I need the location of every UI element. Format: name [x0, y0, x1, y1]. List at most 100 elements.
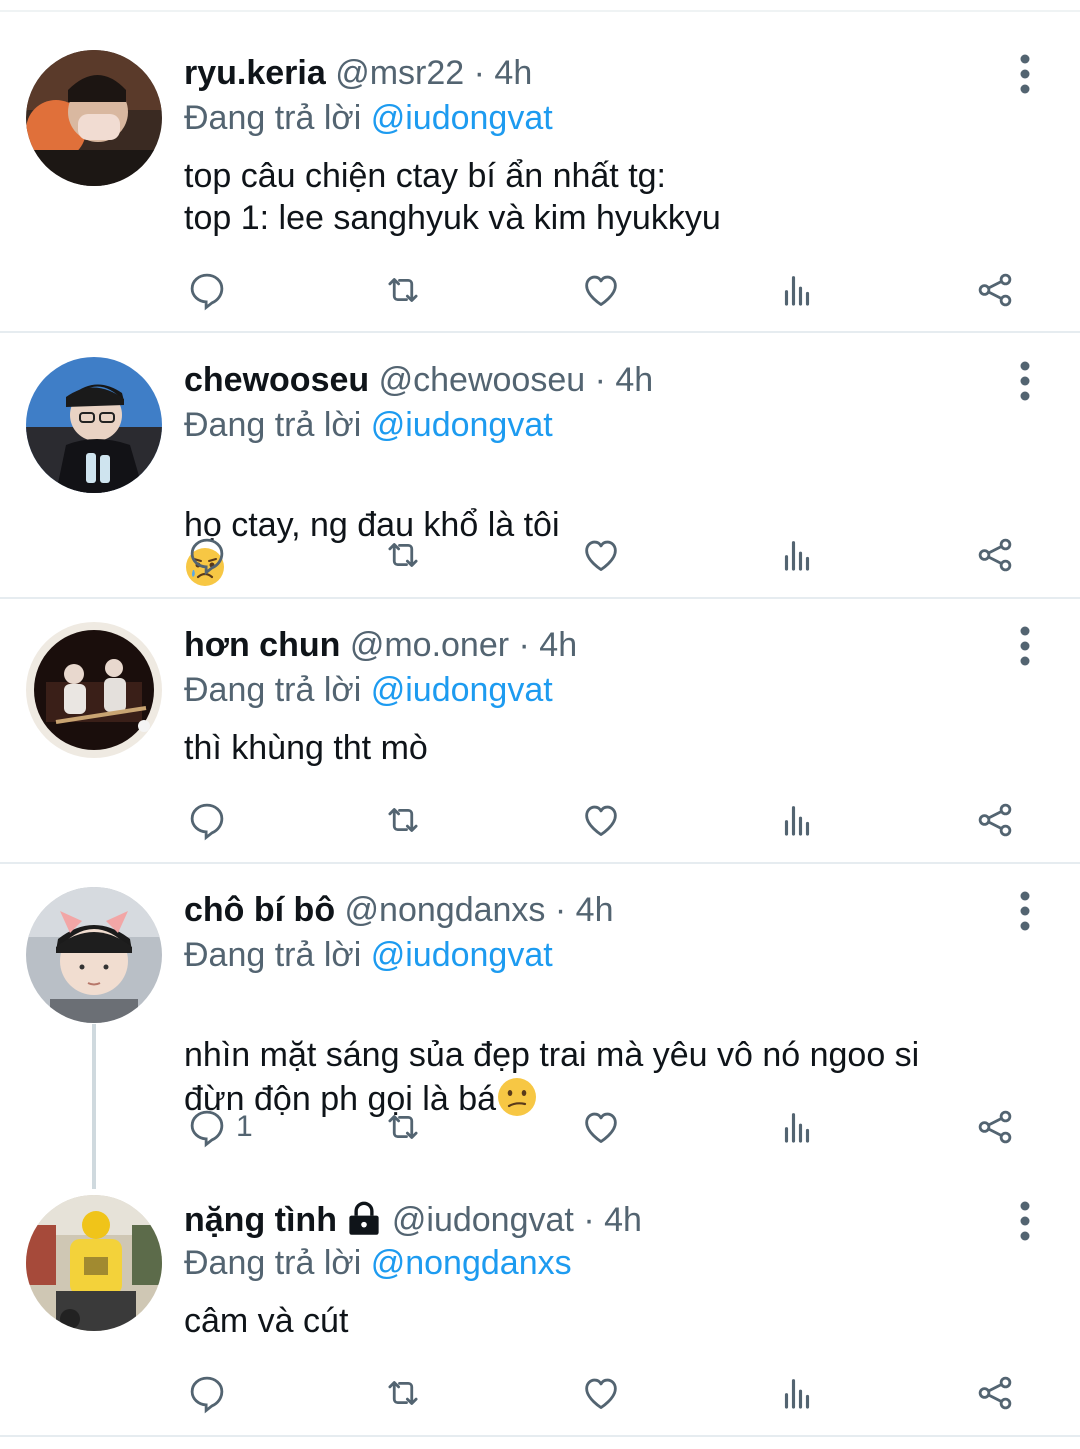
replying-prefix: Đang trả lời — [184, 406, 362, 444]
heart-icon — [585, 540, 617, 571]
share-button[interactable] — [974, 1369, 1016, 1417]
handle[interactable]: @nongdanxs — [345, 891, 546, 929]
reply-button[interactable] — [186, 1369, 236, 1417]
action-bar: 1 — [184, 1103, 1044, 1151]
reply-icon — [190, 1110, 224, 1148]
retweet-button[interactable] — [382, 1103, 424, 1151]
avatar[interactable] — [26, 1195, 162, 1331]
analytics-icon — [784, 276, 810, 306]
avatar[interactable] — [26, 50, 162, 186]
reply-button[interactable] — [186, 531, 236, 579]
tweet-text: câm và cút — [184, 1302, 349, 1340]
share-button[interactable] — [974, 266, 1016, 314]
retweet-icon — [388, 278, 418, 302]
tweet-card[interactable]: ryu.keria @msr22 · 4h Đang trả lời @iudo… — [0, 0, 1080, 333]
display-name[interactable]: chô bí bô — [184, 891, 335, 929]
more-vertical-icon[interactable] — [1008, 54, 1042, 94]
timestamp[interactable]: · 4h — [474, 54, 533, 92]
replying-mention[interactable]: @iudongvat — [371, 406, 553, 444]
tweet-text: thì khùng tht mò — [184, 729, 428, 767]
reply-icon — [190, 273, 224, 311]
replying-mention[interactable]: @iudongvat — [371, 671, 553, 709]
avatar[interactable] — [26, 887, 162, 1023]
reply-icon — [190, 538, 224, 576]
replying-to: Đang trả lời @iudongvat — [184, 669, 553, 711]
more-vertical-icon[interactable] — [1008, 626, 1042, 666]
reply-button[interactable]: 1 — [186, 1103, 253, 1151]
like-button[interactable] — [580, 531, 622, 579]
avatar[interactable] — [26, 622, 162, 758]
timestamp[interactable]: · 4h — [595, 361, 654, 399]
display-name[interactable]: chewooseu — [184, 361, 369, 399]
reply-button[interactable] — [186, 796, 236, 844]
more-vertical-icon[interactable] — [1008, 891, 1042, 931]
like-button[interactable] — [580, 266, 622, 314]
views-button[interactable] — [776, 1369, 818, 1417]
share-icon — [978, 1110, 1012, 1144]
like-button[interactable] — [580, 1103, 622, 1151]
display-name[interactable]: nặng tình — [184, 1201, 337, 1239]
share-button[interactable] — [974, 796, 1016, 844]
handle[interactable]: @mo.oner — [350, 626, 509, 664]
heart-icon — [585, 805, 617, 836]
reply-count: 1 — [236, 1110, 253, 1143]
views-button[interactable] — [776, 796, 818, 844]
tweet-header: hơn chun @mo.oner · 4h — [184, 624, 577, 666]
heart-icon — [585, 1112, 617, 1143]
display-name[interactable]: ryu.keria — [184, 54, 326, 92]
replying-mention[interactable]: @iudongvat — [371, 936, 553, 974]
tweet-card[interactable]: hơn chun @mo.oner · 4h Đang trả lời @iud… — [0, 598, 1080, 864]
analytics-icon — [784, 1113, 810, 1143]
replying-mention[interactable]: @nongdanxs — [371, 1244, 572, 1282]
tweet-card[interactable]: chô bí bô @nongdanxs · 4h Đang trả lời @… — [0, 863, 1080, 1171]
analytics-icon — [784, 1379, 810, 1409]
share-button[interactable] — [974, 531, 1016, 579]
avatar[interactable] — [26, 357, 162, 493]
more-vertical-icon[interactable] — [1008, 361, 1042, 401]
replying-mention[interactable]: @iudongvat — [371, 99, 553, 137]
action-bar — [184, 531, 1044, 579]
replying-prefix: Đang trả lời — [184, 99, 362, 137]
more-vertical-icon[interactable] — [1008, 1201, 1042, 1241]
timestamp[interactable]: · 4h — [583, 1201, 642, 1239]
timestamp[interactable]: · 4h — [519, 626, 578, 664]
reply-button[interactable] — [186, 266, 236, 314]
heart-icon — [585, 1378, 617, 1409]
heart-icon — [585, 275, 617, 306]
action-bar — [184, 1369, 1044, 1417]
tweet-header: nặng tình @iudongvat · 4h — [184, 1199, 642, 1241]
analytics-icon — [784, 541, 810, 571]
retweet-button[interactable] — [382, 266, 424, 314]
replying-prefix: Đang trả lời — [184, 1244, 362, 1282]
like-button[interactable] — [580, 796, 622, 844]
share-button[interactable] — [974, 1103, 1016, 1151]
share-icon — [978, 273, 1012, 307]
share-icon — [978, 1376, 1012, 1410]
retweet-icon — [388, 543, 418, 567]
timestamp[interactable]: · 4h — [555, 891, 614, 929]
retweet-button[interactable] — [382, 531, 424, 579]
replying-to: Đang trả lời @iudongvat — [184, 404, 553, 446]
handle[interactable]: @chewooseu — [379, 361, 586, 399]
tweet-card[interactable]: nặng tình @iudongvat · 4h Đang trả lời @… — [0, 1171, 1080, 1449]
replying-prefix: Đang trả lời — [184, 936, 362, 974]
views-button[interactable] — [776, 531, 818, 579]
tweet-card[interactable]: chewooseu @chewooseu · 4h Đang trả lời @… — [0, 333, 1080, 599]
retweet-icon — [388, 808, 418, 832]
like-button[interactable] — [580, 1369, 622, 1417]
retweet-icon — [388, 1115, 418, 1139]
handle[interactable]: @msr22 — [335, 54, 464, 92]
retweet-icon — [388, 1381, 418, 1405]
share-icon — [978, 803, 1012, 837]
reply-icon — [190, 803, 224, 841]
divider — [0, 1435, 1080, 1437]
handle[interactable]: @iudongvat — [392, 1201, 574, 1239]
views-button[interactable] — [776, 266, 818, 314]
retweet-button[interactable] — [382, 796, 424, 844]
views-button[interactable] — [776, 1103, 818, 1151]
display-name[interactable]: hơn chun — [184, 626, 340, 664]
action-bar — [184, 266, 1044, 314]
tweet-header: chewooseu @chewooseu · 4h — [184, 359, 653, 401]
retweet-button[interactable] — [382, 1369, 424, 1417]
tweet-header: chô bí bô @nongdanxs · 4h — [184, 889, 613, 931]
